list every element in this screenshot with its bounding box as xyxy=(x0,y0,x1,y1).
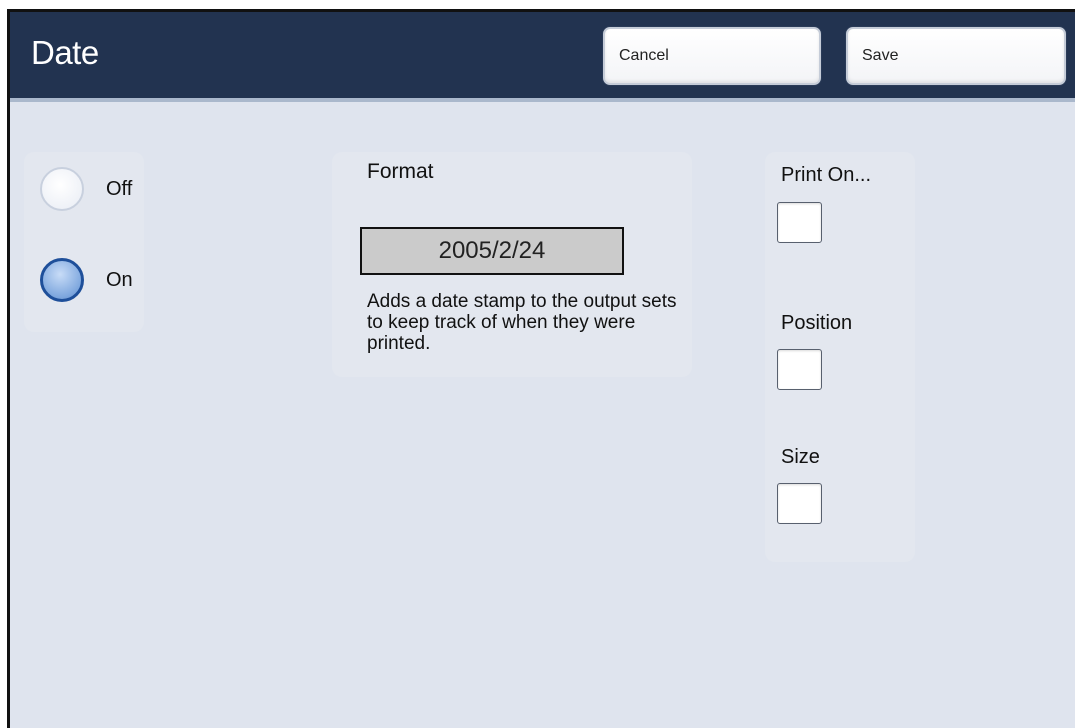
radio-on-label: On xyxy=(106,268,133,291)
print-on-label: Print On... xyxy=(781,164,872,186)
size-label: Size xyxy=(781,446,820,468)
print-on-checkbox[interactable] xyxy=(777,202,822,243)
date-dialog: Date Cancel Save Off On Format 2005/2/24… xyxy=(7,9,1075,728)
cancel-button[interactable]: Cancel xyxy=(603,27,821,85)
format-value-button[interactable]: 2005/2/24 xyxy=(360,227,624,275)
radio-off-circle[interactable] xyxy=(40,167,84,211)
position-checkbox[interactable] xyxy=(777,349,822,390)
format-description: Adds a date stamp to the output sets to … xyxy=(367,291,677,354)
radio-on[interactable]: On xyxy=(40,258,133,302)
radio-off[interactable]: Off xyxy=(40,167,132,211)
title-bar: Date Cancel Save xyxy=(10,12,1075,102)
radio-on-circle[interactable] xyxy=(40,258,84,302)
format-label: Format xyxy=(367,160,434,183)
save-button[interactable]: Save xyxy=(846,27,1066,85)
page-title: Date xyxy=(31,34,99,71)
size-checkbox[interactable] xyxy=(777,483,822,524)
position-label: Position xyxy=(781,312,853,334)
radio-off-label: Off xyxy=(106,177,133,200)
